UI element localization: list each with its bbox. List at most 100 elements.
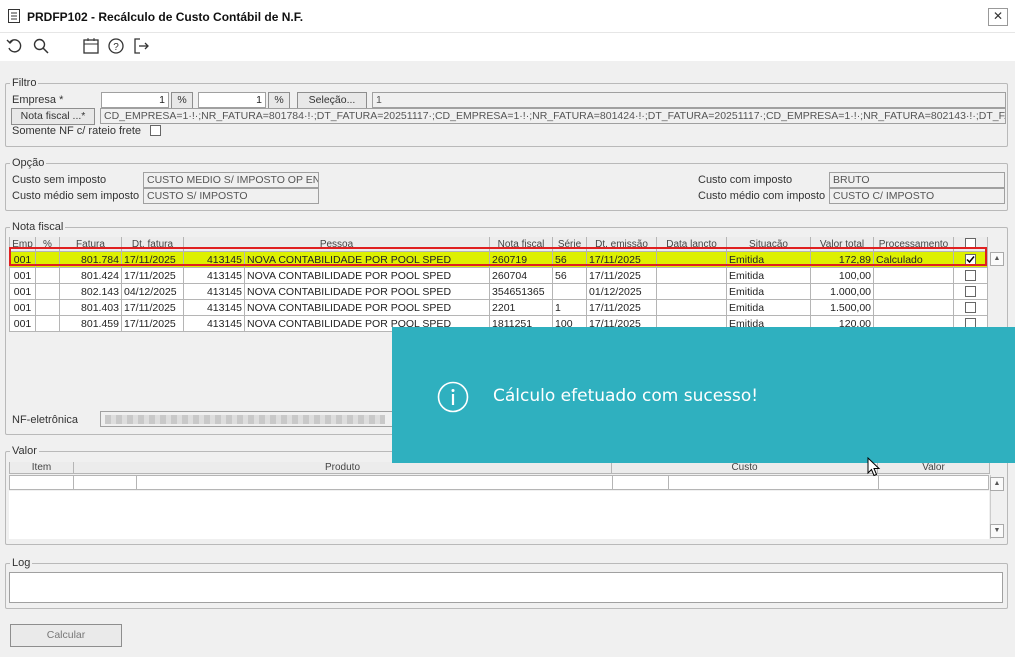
empresa-from-input[interactable]: 1 <box>101 92 169 108</box>
filtro-legend: Filtro <box>10 77 39 89</box>
opcao-legend: Opção <box>10 157 47 169</box>
custo-sem-imposto-field[interactable]: CUSTO MEDIO S/ IMPOSTO OP ENT <box>143 172 319 188</box>
cell-percent <box>35 251 60 268</box>
somente-nf-checkbox[interactable] <box>150 125 161 136</box>
cell-dt-emissao: 17/11/2025 <box>586 299 658 316</box>
cell-fatura: 801.424 <box>59 267 122 284</box>
nota-fiscal-button[interactable]: Nota fiscal ...* <box>11 108 95 125</box>
empresa-label: Empresa * <box>12 94 64 106</box>
nota-fiscal-legend: Nota fiscal <box>10 221 66 233</box>
col-emp[interactable]: Emp <box>9 237 36 252</box>
table-row[interactable]: 001 801.784 17/11/2025 413145 NOVA CONTABILI… <box>9 251 989 268</box>
col-pessoa[interactable]: Pessoa <box>182 237 491 252</box>
cell-valor-total: 100,00 <box>810 267 875 284</box>
cell-fatura: 802.143 <box>59 283 122 300</box>
nota-fiscal-table: Emp % Fatura Dt. fatura Pessoa Nota fisc… <box>9 237 989 332</box>
row-checkbox[interactable] <box>965 253 977 265</box>
undo-icon[interactable] <box>6 37 24 55</box>
calcular-button[interactable]: Calcular <box>10 624 122 647</box>
custo-medio-sem-field[interactable]: CUSTO S/ IMPOSTO <box>143 188 319 204</box>
col-valor[interactable]: Valor <box>877 462 990 474</box>
cell-percent <box>35 315 60 332</box>
nf-scroll-up-icon[interactable]: ▲ <box>990 252 1004 266</box>
cell-data-lancto <box>656 251 728 268</box>
cell-data-lancto <box>656 283 728 300</box>
calendar-icon[interactable] <box>82 37 100 55</box>
cell-pessoa-code: 413145 <box>183 267 245 284</box>
help-icon[interactable]: ? <box>107 37 125 55</box>
row-checkbox[interactable] <box>965 285 977 297</box>
col-serie[interactable]: Série <box>552 237 588 252</box>
col-produto[interactable]: Produto <box>73 462 612 474</box>
col-dt-fatura[interactable]: Dt. fatura <box>121 237 184 252</box>
col-select-all[interactable] <box>953 237 989 252</box>
selecao-field[interactable]: 1 <box>372 92 1006 108</box>
mouse-cursor-icon <box>867 457 881 477</box>
selecao-button[interactable]: Seleção... <box>297 92 367 109</box>
empresa-to-lookup-button[interactable]: % <box>268 92 290 109</box>
document-icon <box>8 9 20 23</box>
col-fatura[interactable]: Fatura <box>59 237 122 252</box>
search-icon[interactable] <box>32 37 50 55</box>
empresa-from-lookup-button[interactable]: % <box>171 92 193 109</box>
col-nota-fiscal[interactable]: Nota fiscal <box>489 237 554 252</box>
nf-eletronica-field[interactable] <box>100 411 398 427</box>
cell-fatura: 801.403 <box>59 299 122 316</box>
cell-valor-total: 1.000,00 <box>810 283 875 300</box>
cell-emp: 001 <box>9 315 36 332</box>
cell-situacao: Emitida <box>726 283 812 300</box>
table-row[interactable]: 001 802.143 04/12/2025 413145 NOVA CONTABILI… <box>9 283 989 300</box>
close-button[interactable]: ✕ <box>988 8 1008 26</box>
cell-serie: 56 <box>552 267 588 284</box>
empresa-to-input[interactable]: 1 <box>198 92 266 108</box>
valor-scroll-down-icon[interactable]: ▼ <box>990 524 1004 538</box>
col-item[interactable]: Item <box>9 462 74 474</box>
cell-pessoa-name: NOVA CONTABILIDADE POR POOL SPED <box>243 283 491 300</box>
custo-medio-sem-label: Custo médio sem imposto <box>12 190 140 202</box>
exit-icon[interactable] <box>132 37 150 55</box>
row-checkbox[interactable] <box>965 301 977 313</box>
cell-nota-fiscal: 260719 <box>489 251 554 268</box>
cell-processamento <box>873 299 955 316</box>
cell-situacao: Emitida <box>726 267 812 284</box>
cell-data-lancto <box>656 267 728 284</box>
custo-com-imposto-label: Custo com imposto <box>698 174 793 186</box>
select-all-checkbox[interactable] <box>965 238 977 249</box>
col-valor-total[interactable]: Valor total <box>810 237 875 252</box>
col-data-lancto[interactable]: Data lançto <box>656 237 728 252</box>
cell-percent <box>35 267 60 284</box>
cell-valor-total: 1.500,00 <box>810 299 875 316</box>
cell-pessoa-name: NOVA CONTABILIDADE POR POOL SPED <box>243 251 491 268</box>
table-row[interactable]: 001 801.403 17/11/2025 413145 NOVA CONTABILI… <box>9 299 989 316</box>
valor-row[interactable] <box>9 475 989 490</box>
cell-pessoa-name: NOVA CONTABILIDADE POR POOL SPED <box>243 267 491 284</box>
nota-fiscal-field[interactable]: CD_EMPRESA=1·!·;NR_FATURA=801784·!·;DT_F… <box>100 108 1006 124</box>
col-situacao[interactable]: Situação <box>726 237 812 252</box>
window-title: PRDFP102 - Recálculo de Custo Contábil d… <box>27 10 304 24</box>
cell-valor-total: 172,89 <box>810 251 875 268</box>
cell-fatura: 801.784 <box>59 251 122 268</box>
cell-pessoa-code: 413145 <box>183 283 245 300</box>
col-dt-emissao[interactable]: Dt. emissão <box>586 237 658 252</box>
col-processamento[interactable]: Processamento <box>873 237 955 252</box>
cell-nota-fiscal: 354651365 <box>489 283 554 300</box>
log-legend: Log <box>10 557 33 569</box>
col-percent[interactable]: % <box>35 237 60 252</box>
cell-situacao: Emitida <box>726 251 812 268</box>
info-icon <box>437 381 469 413</box>
cell-processamento <box>873 283 955 300</box>
custo-com-imposto-field[interactable]: BRUTO <box>829 172 1005 188</box>
col-custo[interactable]: Custo <box>611 462 878 474</box>
row-checkbox[interactable] <box>965 269 977 281</box>
valor-scroll-up-icon[interactable]: ▲ <box>990 477 1004 491</box>
table-row[interactable]: 001 801.424 17/11/2025 413145 NOVA CONTABILI… <box>9 267 989 284</box>
cell-dt-fatura: 17/11/2025 <box>121 267 184 284</box>
log-textarea[interactable] <box>9 572 1003 603</box>
cell-processamento: Calculado <box>873 251 955 268</box>
cell-emp: 001 <box>9 267 36 284</box>
title-bar: PRDFP102 - Recálculo de Custo Contábil d… <box>0 0 1015 33</box>
cell-select <box>953 267 989 284</box>
custo-medio-com-field[interactable]: CUSTO C/ IMPOSTO <box>829 188 1005 204</box>
cell-situacao: Emitida <box>726 299 812 316</box>
cell-pessoa-code: 413145 <box>183 299 245 316</box>
